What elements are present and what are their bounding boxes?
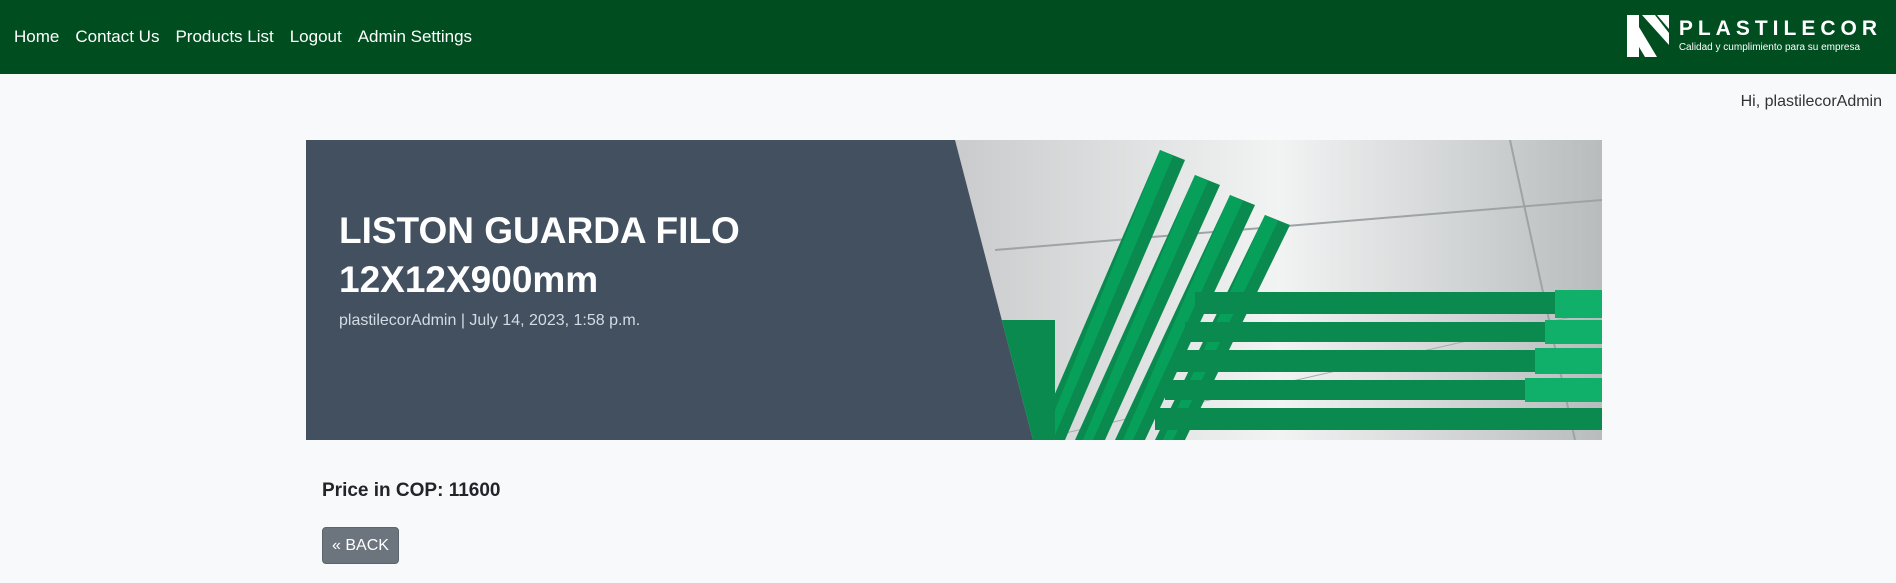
nav-logout-link[interactable]: Logout [290, 0, 342, 74]
brand-name: PLASTILECOR [1678, 17, 1882, 40]
price-value: 11600 [448, 480, 501, 501]
price-label: Price in COP: [322, 480, 444, 501]
nav-products-link[interactable]: Products List [175, 0, 273, 74]
brand-logo[interactable]: PLASTILECOR Calidad y cumplimiento para … [1626, 14, 1882, 58]
user-greeting: Hi, plastilecorAdmin [1740, 93, 1882, 110]
back-button[interactable]: « BACK [322, 527, 399, 564]
nav-admin-link[interactable]: Admin Settings [358, 0, 472, 74]
product-hero: LISTON GUARDA FILO 12X12X900mm plastilec… [306, 140, 1602, 440]
nav-home-link[interactable]: Home [14, 0, 59, 74]
plastilecor-logo-icon [1626, 15, 1669, 57]
nav-contact-link[interactable]: Contact Us [75, 0, 159, 74]
product-price: Price in COP: 11600 [322, 480, 501, 502]
top-navbar: Home Contact Us Products List Logout Adm… [0, 0, 1896, 74]
product-meta: plastilecorAdmin | July 14, 2023, 1:58 p… [339, 312, 641, 329]
product-photo-icon [955, 140, 1602, 440]
brand-text: PLASTILECOR Calidad y cumplimiento para … [1679, 17, 1882, 55]
nav-links: Home Contact Us Products List Logout Adm… [14, 0, 488, 74]
product-title: LISTON GUARDA FILO 12X12X900mm [339, 210, 740, 300]
brand-tagline: Calidad y cumplimiento para su empresa [1678, 42, 1861, 53]
